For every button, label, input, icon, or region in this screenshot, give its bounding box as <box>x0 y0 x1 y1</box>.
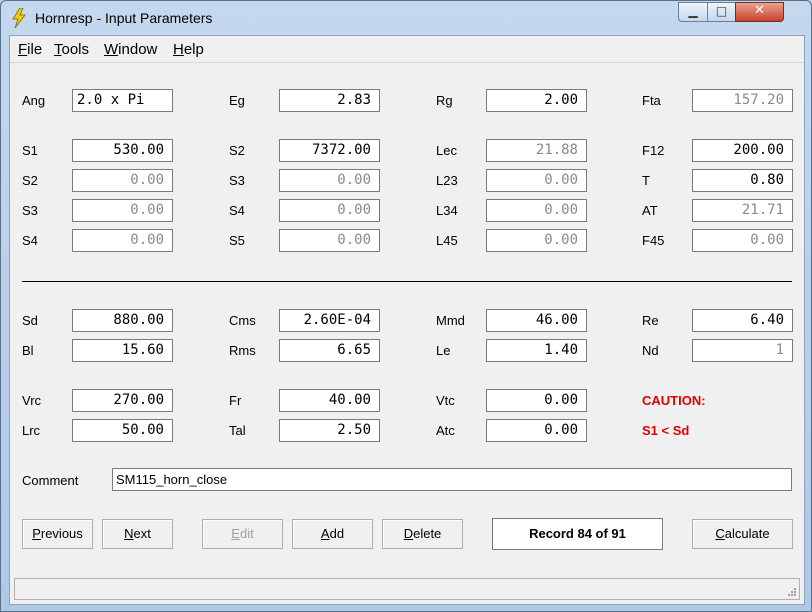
menu-file[interactable]: File <box>18 41 42 58</box>
label-f12: F12 <box>642 143 665 158</box>
field-l34[interactable]: 0.00 <box>486 199 587 222</box>
menu-help[interactable]: Help <box>173 41 204 58</box>
maximize-icon: □ <box>715 4 728 18</box>
window-title: Hornresp - Input Parameters <box>35 10 213 26</box>
field-tal[interactable]: 2.50 <box>279 419 380 442</box>
field-lec: 21.88 <box>486 139 587 162</box>
field-lrc[interactable]: 50.00 <box>72 419 173 442</box>
label-rms: Rms <box>229 343 256 358</box>
label-s3-segment3: S3 <box>22 203 38 218</box>
label-eg: Eg <box>229 93 245 108</box>
label-nd: Nd <box>642 343 659 358</box>
field-ang[interactable]: 2.0 x Pi <box>72 89 173 112</box>
field-f45[interactable]: 0.00 <box>692 229 793 252</box>
label-s4-segment4: S4 <box>22 233 38 248</box>
label-comment: Comment <box>22 473 79 488</box>
close-icon: ✕ <box>754 3 765 18</box>
next-button[interactable]: Next <box>102 519 173 549</box>
field-cms[interactable]: 2.60E-04 <box>279 309 380 332</box>
status-bar <box>14 578 800 600</box>
field-s4-segment4[interactable]: 0.00 <box>72 229 173 252</box>
label-f45: F45 <box>642 233 665 248</box>
label-tal: Tal <box>229 423 246 438</box>
label-fr: Fr <box>229 393 242 408</box>
label-rg: Rg <box>436 93 453 108</box>
add-button[interactable]: Add <box>292 519 373 549</box>
field-at: 21.71 <box>692 199 793 222</box>
label-lrc: Lrc <box>22 423 41 438</box>
delete-button[interactable]: Delete <box>382 519 463 549</box>
label-le: Le <box>436 343 451 358</box>
label-fta: Fta <box>642 93 661 108</box>
field-s1[interactable]: 530.00 <box>72 139 173 162</box>
label-s2: S2 <box>229 143 245 158</box>
label-lec: Lec <box>436 143 457 158</box>
label-l34: L34 <box>436 203 458 218</box>
label-vtc: Vtc <box>436 393 455 408</box>
label-l45: L45 <box>436 233 458 248</box>
menu-tools[interactable]: Tools <box>54 41 89 58</box>
field-nd[interactable]: 1 <box>692 339 793 362</box>
minimize-icon: ▁ <box>688 4 698 18</box>
label-t: T <box>642 173 650 188</box>
title-bar[interactable]: Hornresp - Input Parameters ▁ □ ✕ <box>1 1 811 35</box>
field-rms[interactable]: 6.65 <box>279 339 380 362</box>
field-s3[interactable]: 0.00 <box>279 169 380 192</box>
menu-bar: File Tools Window Help <box>10 36 804 63</box>
label-cms: Cms <box>229 313 256 328</box>
field-mmd[interactable]: 46.00 <box>486 309 587 332</box>
label-vrc: Vrc <box>22 393 42 408</box>
caution-title: CAUTION: <box>642 393 706 408</box>
menu-window[interactable]: Window <box>104 41 157 58</box>
label-sd: Sd <box>22 313 38 328</box>
field-rg[interactable]: 2.00 <box>486 89 587 112</box>
field-fr[interactable]: 40.00 <box>279 389 380 412</box>
field-re[interactable]: 6.40 <box>692 309 793 332</box>
comment-input[interactable]: SM115_horn_close <box>112 468 792 491</box>
close-button[interactable]: ✕ <box>735 2 784 22</box>
label-s5: S5 <box>229 233 245 248</box>
label-at: AT <box>642 203 658 218</box>
label-s3: S3 <box>229 173 245 188</box>
field-sd[interactable]: 880.00 <box>72 309 173 332</box>
record-indicator: Record 84 of 91 <box>492 518 663 550</box>
label-mmd: Mmd <box>436 313 465 328</box>
label-s1: S1 <box>22 143 38 158</box>
maximize-button[interactable]: □ <box>707 2 736 22</box>
previous-button[interactable]: Previous <box>22 519 93 549</box>
field-f12[interactable]: 200.00 <box>692 139 793 162</box>
resize-grip-icon[interactable] <box>787 587 797 597</box>
label-l23: L23 <box>436 173 458 188</box>
lightning-bolt-icon <box>12 8 26 28</box>
label-s2-segment2: S2 <box>22 173 38 188</box>
edit-button[interactable]: Edit <box>202 519 283 549</box>
label-ang: Ang <box>22 93 46 108</box>
label-bl: Bl <box>22 343 34 358</box>
field-l23[interactable]: 0.00 <box>486 169 587 192</box>
minimize-button[interactable]: ▁ <box>678 2 708 22</box>
field-atc[interactable]: 0.00 <box>486 419 587 442</box>
field-s2-segment2[interactable]: 0.00 <box>72 169 173 192</box>
label-s4: S4 <box>229 203 245 218</box>
field-t[interactable]: 0.80 <box>692 169 793 192</box>
field-s5[interactable]: 0.00 <box>279 229 380 252</box>
field-le[interactable]: 1.40 <box>486 339 587 362</box>
field-vrc[interactable]: 270.00 <box>72 389 173 412</box>
field-s2[interactable]: 7372.00 <box>279 139 380 162</box>
field-l45[interactable]: 0.00 <box>486 229 587 252</box>
main-form: File Tools Window Help Ang 2.0 x Pi Eg 2… <box>9 35 805 605</box>
label-re: Re <box>642 313 659 328</box>
section-divider <box>22 281 792 282</box>
caution-message: S1 < Sd <box>642 423 690 438</box>
field-eg[interactable]: 2.83 <box>279 89 380 112</box>
field-vtc[interactable]: 0.00 <box>486 389 587 412</box>
app-window: Hornresp - Input Parameters ▁ □ ✕ File T… <box>0 0 812 612</box>
field-fta: 157.20 <box>692 89 793 112</box>
field-s3-segment3[interactable]: 0.00 <box>72 199 173 222</box>
field-s4[interactable]: 0.00 <box>279 199 380 222</box>
calculate-button[interactable]: Calculate <box>692 519 793 549</box>
label-atc: Atc <box>436 423 455 438</box>
field-bl[interactable]: 15.60 <box>72 339 173 362</box>
